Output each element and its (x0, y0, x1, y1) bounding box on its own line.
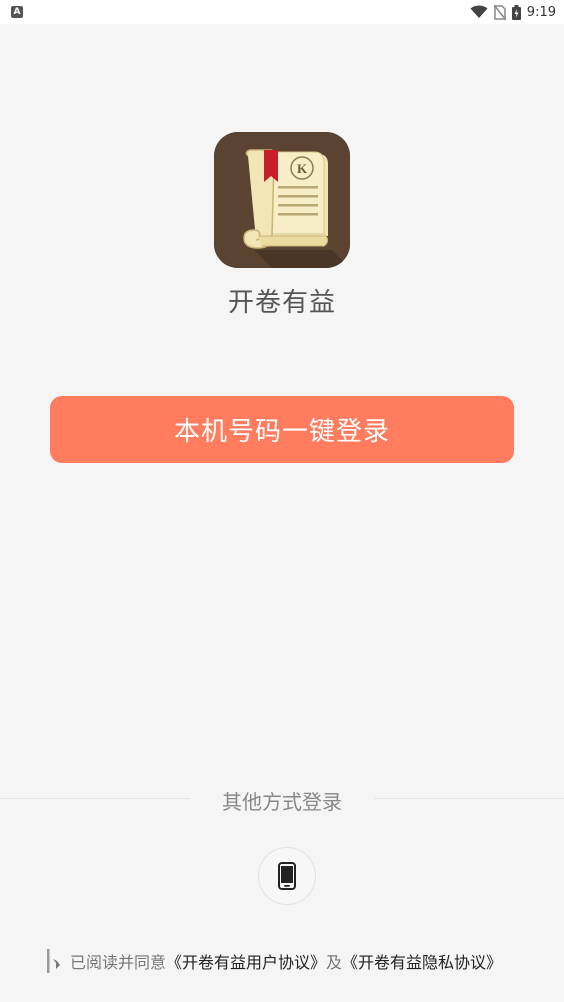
agreement-row: 已阅读并同意 《开卷有益用户协议》 及 《开卷有益隐私协议》 (46, 948, 502, 974)
agreement-conjunction: 及 (326, 953, 343, 972)
app-name: 开卷有益 (227, 288, 336, 318)
phone-icon (278, 862, 296, 890)
divider-right (374, 798, 564, 799)
app-logo-icon: K (214, 132, 350, 268)
other-login-label: 其他方式登录 (222, 790, 342, 814)
no-sim-icon (493, 4, 506, 20)
status-bar: A 9:19 (0, 0, 564, 24)
one-click-login-button[interactable]: 本机号码一键登录 (50, 396, 514, 463)
agreement-prefix: 已阅读并同意 (70, 953, 167, 972)
svg-text:K: K (297, 161, 308, 176)
wifi-icon (470, 5, 488, 18)
battery-icon (511, 4, 521, 20)
one-click-login-label: 本机号码一键登录 (173, 417, 390, 447)
privacy-agreement-link[interactable]: 《开卷有益隐私协议》 (342, 949, 502, 973)
checkbox-icon (47, 949, 60, 973)
phone-login-button[interactable] (258, 847, 316, 905)
status-icons: 9:19 (470, 4, 556, 20)
notification-icon: A (11, 6, 23, 18)
agree-checkbox[interactable] (46, 949, 66, 973)
other-login-section: 其他方式登录 (0, 784, 564, 814)
user-agreement-link[interactable]: 《开卷有益用户协议》 (166, 949, 326, 973)
status-time: 9:19 (526, 4, 556, 20)
